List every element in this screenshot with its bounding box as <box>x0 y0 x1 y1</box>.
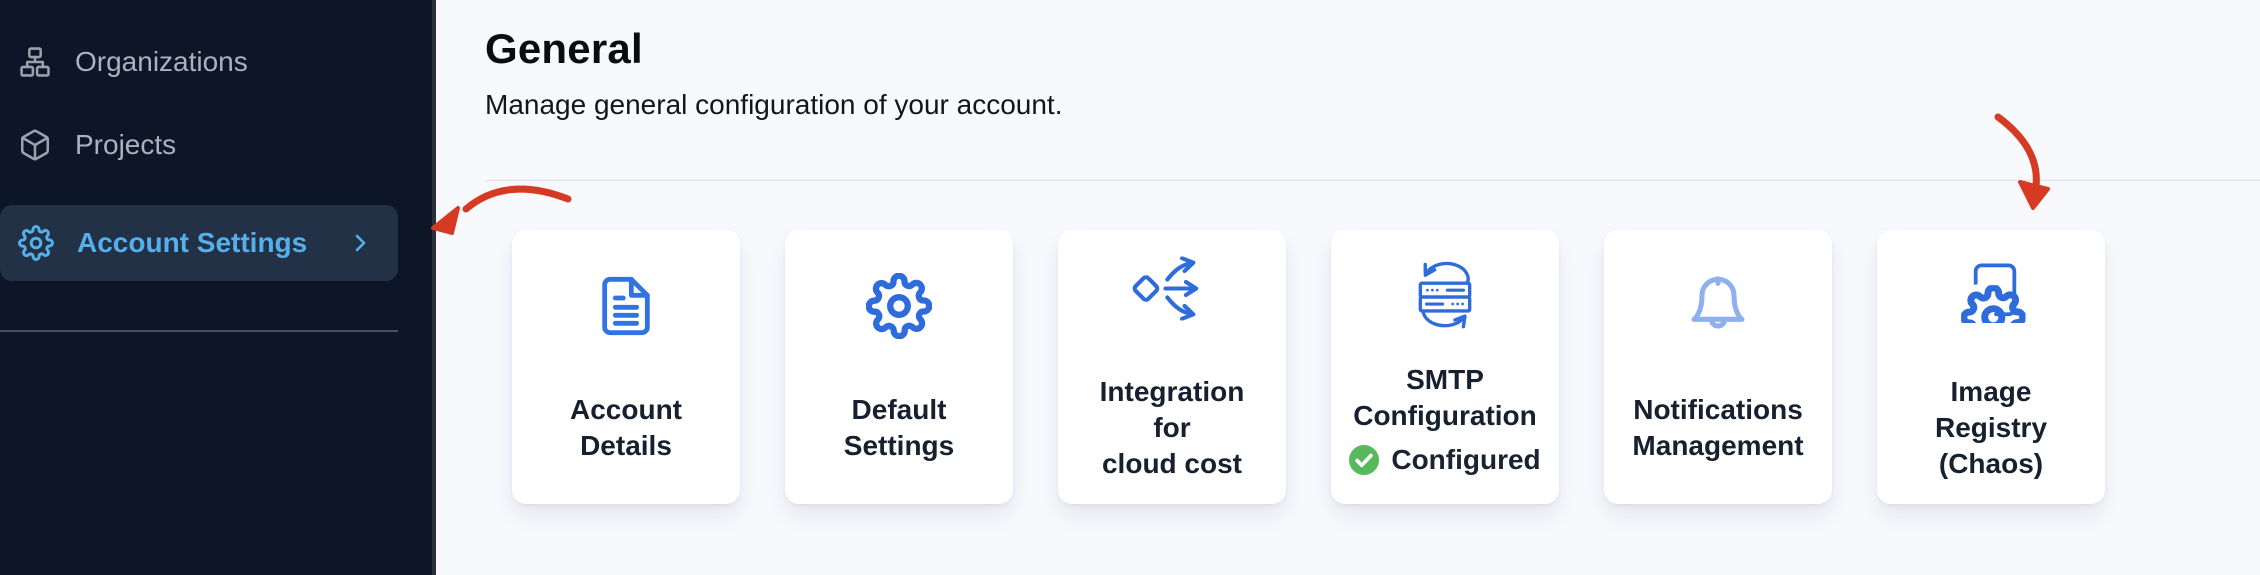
card-default-settings[interactable]: Default Settings <box>785 230 1013 504</box>
check-circle-icon <box>1349 445 1379 475</box>
org-chart-icon <box>18 45 52 79</box>
card-notifications-management[interactable]: Notifications Management <box>1604 230 1832 504</box>
sidebar-item-label: Organizations <box>75 46 248 78</box>
chevron-right-icon <box>346 229 374 257</box>
sidebar-item-projects[interactable]: Projects <box>0 122 432 168</box>
settings-card-grid: Account Details Default Settings <box>485 230 2260 504</box>
sidebar-divider <box>0 330 398 332</box>
document-icon <box>594 270 658 342</box>
main-content: General Manage general configuration of … <box>436 0 2260 575</box>
card-label: Account Details <box>570 392 682 464</box>
section-divider <box>485 180 2260 181</box>
bell-icon <box>1686 270 1750 342</box>
status-badge: Configured <box>1349 444 1540 476</box>
sidebar: Organizations Projects Account Settings <box>0 0 436 575</box>
card-label: Image Registry (Chaos) <box>1935 374 2047 482</box>
sidebar-item-label: Projects <box>75 129 176 161</box>
card-label: SMTP Configuration <box>1353 362 1537 434</box>
card-integration-cloud-cost[interactable]: Integration for cloud cost <box>1058 230 1286 504</box>
page-subtitle: Manage general configuration of your acc… <box>485 88 2260 122</box>
sidebar-item-label: Account Settings <box>77 227 307 259</box>
gear-icon <box>18 225 54 261</box>
server-sync-icon <box>1408 258 1482 330</box>
cube-icon <box>18 128 52 162</box>
route-branch-icon <box>1131 252 1213 324</box>
card-account-details[interactable]: Account Details <box>512 230 740 504</box>
sidebar-item-account-settings[interactable]: Account Settings <box>0 205 398 281</box>
page-title: General <box>485 24 2260 74</box>
gear-icon <box>866 270 932 342</box>
registry-gear-icon <box>1956 252 2026 324</box>
status-text: Configured <box>1391 444 1540 476</box>
card-label: Notifications Management <box>1632 392 1803 464</box>
card-image-registry-chaos[interactable]: Image Registry (Chaos) <box>1877 230 2105 504</box>
card-smtp-configuration[interactable]: SMTP Configuration Configured <box>1331 230 1559 504</box>
card-label: Default Settings <box>844 392 954 464</box>
sidebar-item-organizations[interactable]: Organizations <box>0 39 432 85</box>
card-label: Integration for cloud cost <box>1100 374 1245 482</box>
